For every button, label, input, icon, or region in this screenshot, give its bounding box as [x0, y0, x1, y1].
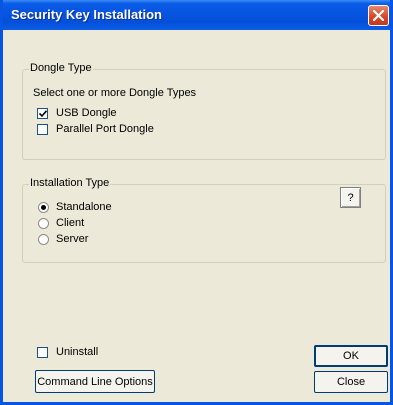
client-radio[interactable]	[38, 218, 49, 229]
uninstall-checkbox[interactable]	[37, 347, 48, 358]
close-button[interactable]: Close	[314, 371, 388, 393]
command-line-options-button[interactable]: Command Line Options	[35, 370, 155, 393]
ok-button[interactable]: OK	[314, 345, 388, 367]
usb-dongle-checkbox[interactable]	[37, 108, 48, 119]
dongle-instruction: Select one or more Dongle Types	[33, 87, 197, 99]
server-radio[interactable]	[38, 234, 49, 245]
radio-selected-dot	[41, 205, 46, 210]
usb-dongle-label[interactable]: USB Dongle	[56, 107, 117, 119]
close-window-button[interactable]	[368, 5, 389, 26]
parallel-port-dongle-label[interactable]: Parallel Port Dongle	[56, 123, 154, 135]
title-bar[interactable]: Security Key Installation	[3, 0, 390, 30]
standalone-label[interactable]: Standalone	[56, 201, 112, 213]
uninstall-label[interactable]: Uninstall	[56, 346, 98, 358]
server-label[interactable]: Server	[56, 233, 88, 245]
parallel-port-dongle-checkbox[interactable]	[37, 124, 48, 135]
dialog-window: Security Key Installation Dongle Type Se…	[0, 0, 393, 405]
window-title: Security Key Installation	[11, 7, 162, 22]
dongle-type-group-title: Dongle Type	[29, 62, 93, 74]
installation-type-group-title: Installation Type	[29, 177, 111, 189]
standalone-radio[interactable]	[38, 202, 49, 213]
help-button[interactable]: ?	[340, 187, 361, 208]
client-label[interactable]: Client	[56, 217, 84, 229]
